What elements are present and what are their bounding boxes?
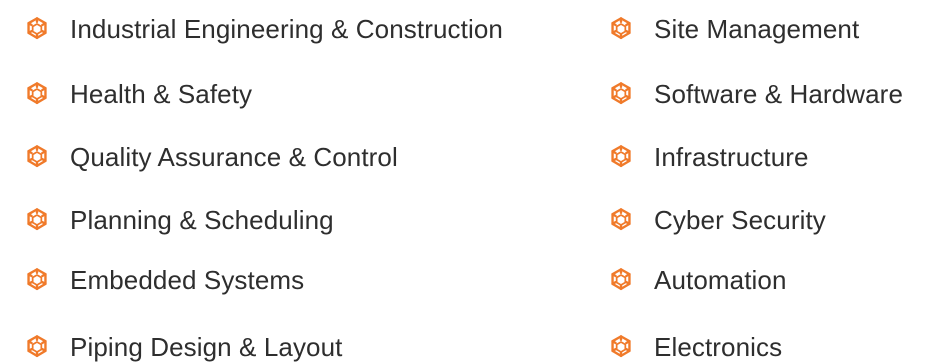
list-item: Site Management [608,12,859,46]
list-item: Software & Hardware [608,77,903,111]
hexagon-swirl-icon [608,144,634,170]
services-list: Industrial Engineering & Construction He… [0,0,952,363]
list-item: Quality Assurance & Control [24,140,398,174]
hexagon-swirl-icon [24,81,50,107]
list-item: Infrastructure [608,140,809,174]
hexagon-swirl-icon [608,207,634,233]
list-item: Industrial Engineering & Construction [24,12,503,46]
list-item-label: Infrastructure [654,141,809,172]
list-item-label: Industrial Engineering & Construction [70,13,503,44]
list-item-label: Quality Assurance & Control [70,141,398,172]
list-item-label: Planning & Scheduling [70,204,334,235]
list-item-label: Cyber Security [654,204,826,235]
hexagon-swirl-icon [608,16,634,42]
list-item-label: Electronics [654,331,783,362]
list-item: Embedded Systems [24,263,304,297]
list-item-label: Automation [654,264,787,295]
hexagon-swirl-icon [24,207,50,233]
hexagon-swirl-icon [24,16,50,42]
list-item: Health & Safety [24,77,252,111]
list-item-label: Software & Hardware [654,78,904,109]
hexagon-swirl-icon [608,334,634,360]
list-item-label: Health & Safety [70,78,253,109]
hexagon-swirl-icon [24,267,50,293]
hexagon-swirl-icon [608,81,634,107]
list-item: Cyber Security [608,203,826,237]
hexagon-swirl-icon [24,144,50,170]
list-item: Electronics [608,330,782,364]
hexagon-swirl-icon [608,267,634,293]
list-item-label: Piping Design & Layout [70,331,343,362]
hexagon-swirl-icon [24,334,50,360]
list-item: Planning & Scheduling [24,203,334,237]
list-item-label: Embedded Systems [70,264,305,295]
list-item-label: Site Management [654,13,860,44]
list-item: Automation [608,263,787,297]
list-item: Piping Design & Layout [24,330,342,364]
